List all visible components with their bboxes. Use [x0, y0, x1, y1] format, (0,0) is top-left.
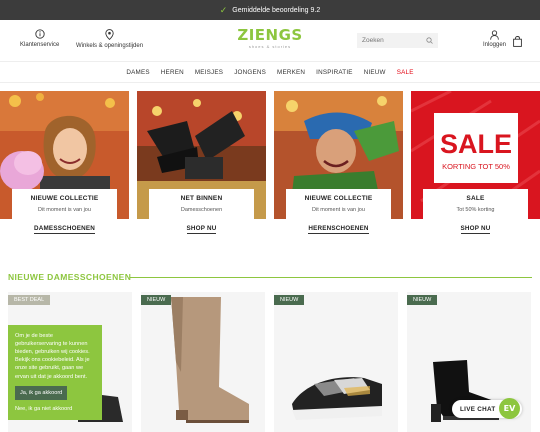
- stores-link[interactable]: Winkels & openingstijden: [76, 29, 143, 49]
- promo-card: SALE Tot 50% korting SHOP NU: [423, 189, 528, 235]
- main-nav: DAMES HEREN MEISJES JONGENS MERKEN INSPI…: [0, 62, 540, 83]
- promo-tile-men[interactable]: NIEUWE COLLECTIE Dit moment is van jou H…: [274, 91, 403, 241]
- promo-subtitle: Dit moment is van jou: [312, 207, 365, 213]
- nav-item-dames[interactable]: DAMES: [121, 69, 155, 76]
- customer-service-link[interactable]: Klantenservice: [20, 29, 59, 48]
- section-title: NIEUWE DAMESSCHOENEN: [8, 272, 132, 282]
- nav-item-inspiratie[interactable]: INSPIRATIE: [311, 69, 359, 76]
- rating-bar: ✓ Gemiddelde beoordeling 9.2: [0, 0, 540, 20]
- login-button[interactable]: Inloggen: [483, 30, 506, 48]
- check-icon: ✓: [219, 4, 228, 15]
- live-chat-label: LIVE CHAT: [460, 405, 496, 413]
- nav-item-sale[interactable]: SALE: [391, 69, 419, 76]
- user-icon: [490, 30, 499, 40]
- product-card[interactable]: NIEUW: [274, 292, 398, 432]
- promo-card: NIEUWE COLLECTIE Dit moment is van jou H…: [286, 189, 391, 235]
- promo-row: NIEUWE COLLECTIE Dit moment is van jou D…: [0, 91, 540, 241]
- login-label: Inloggen: [483, 42, 507, 48]
- customer-service-label: Klantenservice: [20, 42, 60, 48]
- cookie-decline-link[interactable]: Nee, ik ga niet akkoord: [15, 405, 95, 413]
- product-image-boot: [171, 297, 249, 423]
- header: Klantenservice Winkels & openingstijden …: [0, 20, 540, 62]
- sale-image-subtext: KORTING TOT 50%: [442, 162, 510, 171]
- cookie-banner: Om je de beste gebruikerservaring te kun…: [8, 325, 102, 420]
- section-divider: [130, 277, 532, 278]
- cookie-text: Om je de beste gebruikerservaring te kun…: [15, 333, 90, 380]
- logo-subtext: shoes & stories: [248, 44, 292, 49]
- nav-item-meisjes[interactable]: MEISJES: [189, 69, 228, 76]
- sale-image-text: SALE: [439, 129, 512, 159]
- stores-label: Winkels & openingstijden: [76, 43, 144, 49]
- promo-card: NET BINNEN Damesschoenen SHOP NU: [149, 189, 254, 235]
- ev-badge-icon[interactable]: EV: [499, 398, 520, 419]
- promo-cta-link[interactable]: SHOP NU: [186, 225, 217, 234]
- product-card[interactable]: NIEUW: [141, 292, 265, 432]
- promo-title: NIEUWE COLLECTIE: [304, 195, 373, 202]
- rating-text: Gemiddelde beoordeling 9.2: [232, 6, 321, 14]
- promo-tile-women[interactable]: NIEUWE COLLECTIE Dit moment is van jou D…: [0, 91, 129, 241]
- promo-subtitle: Damesschoenen: [180, 207, 223, 213]
- info-icon: [35, 29, 45, 39]
- promo-card: NIEUWE COLLECTIE Dit moment is van jou D…: [12, 189, 117, 235]
- search-icon[interactable]: [426, 37, 433, 44]
- search-box[interactable]: [357, 33, 438, 48]
- promo-tile-sale[interactable]: SALE KORTING TOT 50% SALE Tot 50% kortin…: [411, 91, 540, 241]
- nav-item-nieuw[interactable]: NIEUW: [358, 69, 391, 76]
- promo-cta-link[interactable]: HERENSCHOENEN: [308, 225, 369, 234]
- promo-subtitle: Tot 50% korting: [456, 207, 495, 213]
- location-pin-icon: [105, 29, 114, 40]
- promo-subtitle: Dit moment is van jou: [38, 207, 91, 213]
- search-input[interactable]: [362, 37, 422, 44]
- promo-title: NIEUWE COLLECTIE: [30, 195, 99, 202]
- logo-text: ZIENGS: [237, 26, 303, 44]
- nav-item-heren[interactable]: HEREN: [155, 69, 189, 76]
- shopping-bag-icon: [513, 36, 522, 47]
- nav-item-jongens[interactable]: JONGENS: [229, 69, 272, 76]
- nav-item-merken[interactable]: MERKEN: [272, 69, 311, 76]
- promo-cta-link[interactable]: SHOP NU: [460, 225, 491, 234]
- product-image-sneaker: [292, 377, 382, 420]
- promo-cta-link[interactable]: DAMESSCHOENEN: [33, 225, 96, 234]
- cart-button[interactable]: [513, 34, 522, 52]
- promo-title: SALE: [466, 195, 485, 202]
- promo-tile-new-in[interactable]: NET BINNEN Damesschoenen SHOP NU: [137, 91, 266, 241]
- logo[interactable]: ZIENGS shoes & stories: [237, 26, 303, 50]
- promo-title: NET BINNEN: [180, 195, 223, 202]
- cookie-accept-button[interactable]: Ja, ik ga akkoord: [15, 385, 68, 400]
